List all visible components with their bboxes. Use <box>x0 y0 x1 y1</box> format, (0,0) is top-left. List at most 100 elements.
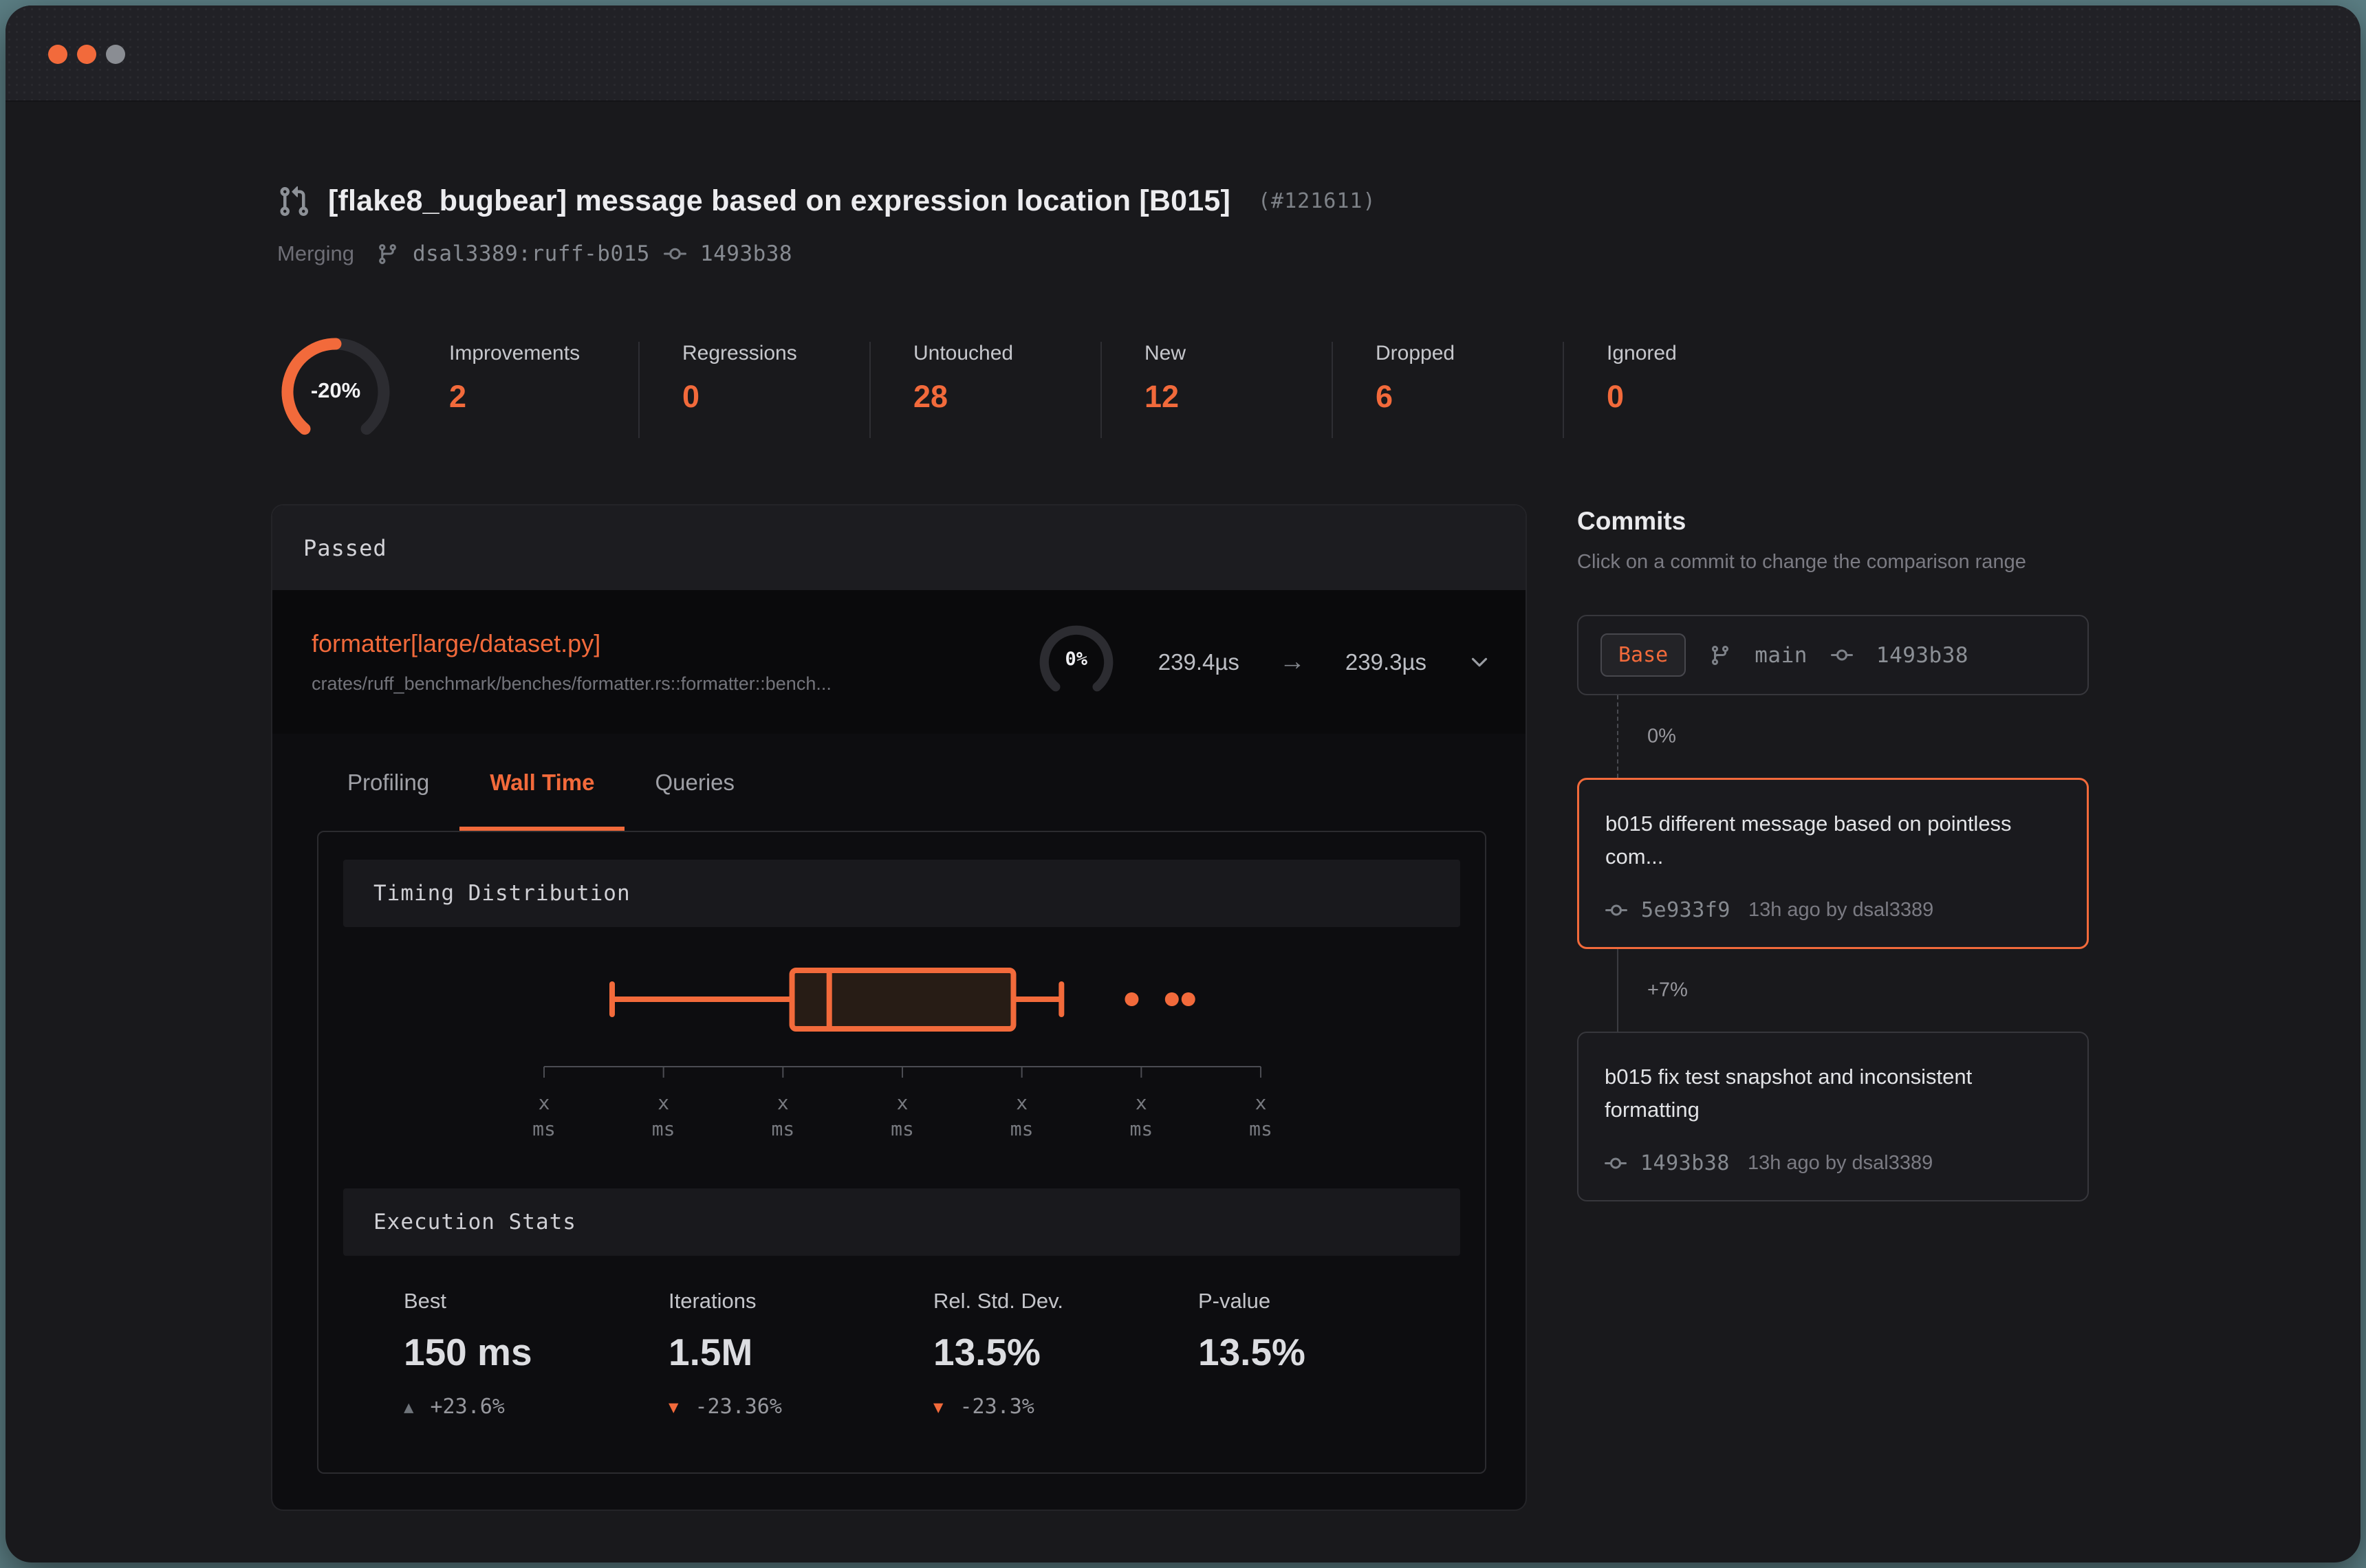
summary-stat-dropped: Dropped 6 <box>1332 342 1563 438</box>
stat-value: 0 <box>1607 379 1794 415</box>
git-commit-icon <box>1605 900 1627 922</box>
exec-stat-best: Best 150 ms ▲ +23.6% <box>404 1289 669 1419</box>
stat-value: 2 <box>449 379 638 415</box>
svg-text:ms: ms <box>1010 1118 1034 1140</box>
delta-value: +23.6% <box>430 1395 504 1419</box>
svg-text:x: x <box>1255 1091 1267 1114</box>
wall-time-card: Timing Distribution xmsxmsxmsxmsxmsxmsxm… <box>317 831 1486 1474</box>
commits-title: Commits <box>1577 507 2089 536</box>
git-commit-icon <box>1605 1153 1627 1175</box>
base-badge[interactable]: Base <box>1600 633 1686 677</box>
pr-title-row: [flake8_bugbear] message based on expres… <box>277 184 1376 218</box>
stat-label: Improvements <box>449 342 638 365</box>
benchmark-row[interactable]: formatter[large/dataset.py] crates/ruff_… <box>272 590 1526 734</box>
exec-stat-label: Iterations <box>669 1289 933 1314</box>
delta-arrow-icon: ▼ <box>933 1399 943 1415</box>
source-branch[interactable]: dsal3389:ruff-b015 <box>413 241 650 266</box>
commits-subtitle: Click on a commit to change the comparis… <box>1577 551 2089 574</box>
pull-request-icon <box>277 185 310 218</box>
overall-gauge: -20% <box>277 334 394 450</box>
stat-value: 6 <box>1376 379 1563 415</box>
svg-text:x: x <box>777 1091 789 1114</box>
git-commit-icon <box>664 243 686 265</box>
summary-stat-new: New 12 <box>1100 342 1332 438</box>
benchmark-path: crates/ruff_benchmark/benches/formatter.… <box>312 673 1034 695</box>
execution-stats-grid: Best 150 ms ▲ +23.6% Iterations 1.5M ▼ -… <box>404 1289 1485 1419</box>
commit-meta: 5e933f9 13h ago by dsal3389 <box>1605 898 2061 922</box>
execution-stats-header: Execution Stats <box>343 1188 1460 1256</box>
commit-meta: 1493b38 13h ago by dsal3389 <box>1605 1151 2061 1175</box>
commits-sidebar: Commits Click on a commit to change the … <box>1577 507 2089 1201</box>
window-dot[interactable] <box>106 45 125 64</box>
commit-time-author: 13h ago by dsal3389 <box>1748 899 1933 922</box>
commit-card[interactable]: b015 different message based on pointles… <box>1577 778 2089 949</box>
exec-stat-delta: ▼ -23.3% <box>933 1395 1198 1419</box>
stat-label: Dropped <box>1376 342 1563 365</box>
app-window: [flake8_bugbear] message based on expres… <box>6 6 2360 1562</box>
tab-bar: Profiling Wall Time Queries <box>272 734 1526 831</box>
svg-text:ms: ms <box>652 1118 675 1140</box>
git-branch-icon <box>376 243 399 265</box>
delta-value: -23.36% <box>695 1395 781 1419</box>
benchmark-info: formatter[large/dataset.py] crates/ruff_… <box>312 629 1034 695</box>
exec-stat-p-value: P-value 13.5% <box>1198 1289 1463 1419</box>
commit-hash: 1493b38 <box>1640 1151 1730 1175</box>
commit-connector: +7% <box>1577 949 2089 1032</box>
exec-stat-rel-std-dev: Rel. Std. Dev. 13.5% ▼ -23.3% <box>933 1289 1198 1419</box>
commit-connector: 0% <box>1577 695 2089 778</box>
connector-delta: 0% <box>1647 726 1676 748</box>
delta-arrow-icon: ▲ <box>404 1399 413 1415</box>
summary-stat-ignored: Ignored 0 <box>1563 342 1794 438</box>
time-before: 239.4µs <box>1158 649 1239 675</box>
benchmark-result: 0% 239.4µs → 239.3µs <box>1034 620 1493 704</box>
status-label: Passed <box>303 535 387 561</box>
stat-value: 12 <box>1144 379 1332 415</box>
status-header: Passed <box>272 505 1526 590</box>
summary-row: -20% Improvements 2 Regressions 0 Untouc… <box>277 334 1794 450</box>
head-commit-hash[interactable]: 1493b38 <box>700 241 792 266</box>
benchmark-gauge-value: 0% <box>1034 620 1118 704</box>
svg-text:ms: ms <box>891 1118 914 1140</box>
exec-stat-delta: ▼ -23.36% <box>669 1395 933 1419</box>
svg-text:ms: ms <box>532 1118 556 1140</box>
tab-wall-time[interactable]: Wall Time <box>459 734 625 831</box>
exec-stat-label: Rel. Std. Dev. <box>933 1289 1198 1314</box>
svg-text:ms: ms <box>771 1118 794 1140</box>
timing-distribution-header: Timing Distribution <box>343 860 1460 927</box>
base-commit-card[interactable]: Base main 1493b38 <box>1577 615 2089 695</box>
window-dot[interactable] <box>77 45 96 64</box>
timing-boxplot-chart: xmsxmsxmsxmsxmsxmsxms <box>318 927 1488 1161</box>
exec-stat-label: Best <box>404 1289 669 1314</box>
window-dot[interactable] <box>48 45 67 64</box>
benchmark-name-link[interactable]: formatter[large/dataset.py] <box>312 629 1034 658</box>
window-titlebar <box>6 6 2360 102</box>
git-branch-icon <box>1709 644 1731 666</box>
arrow-right-icon: → <box>1279 647 1305 677</box>
page-content: [flake8_bugbear] message based on expres… <box>6 103 2360 1562</box>
summary-stats: Improvements 2 Regressions 0 Untouched 2… <box>449 334 1794 438</box>
chevron-down-icon[interactable] <box>1466 649 1493 675</box>
pr-number: (#121611) <box>1258 189 1376 213</box>
stat-label: New <box>1144 342 1332 365</box>
stat-label: Regressions <box>682 342 869 365</box>
exec-stat-label: P-value <box>1198 1289 1463 1314</box>
connector-line <box>1617 695 1618 778</box>
stat-label: Ignored <box>1607 342 1794 365</box>
page-title: [flake8_bugbear] message based on expres… <box>328 184 1230 218</box>
svg-text:x: x <box>1016 1091 1028 1114</box>
merging-label: Merging <box>277 241 354 266</box>
commit-message: b015 fix test snapshot and inconsistent … <box>1605 1060 2045 1126</box>
delta-value: -23.3% <box>959 1395 1034 1419</box>
summary-stat-untouched: Untouched 28 <box>869 342 1100 438</box>
window-controls <box>48 45 125 64</box>
tab-profiling[interactable]: Profiling <box>317 734 459 831</box>
commit-message: b015 different message based on pointles… <box>1605 807 2045 873</box>
overall-gauge-value: -20% <box>277 334 394 450</box>
svg-text:ms: ms <box>1249 1118 1272 1140</box>
commit-card[interactable]: b015 fix test snapshot and inconsistent … <box>1577 1032 2089 1201</box>
tab-queries[interactable]: Queries <box>625 734 765 831</box>
summary-stat-regressions: Regressions 0 <box>638 342 869 438</box>
execution-stats-title: Execution Stats <box>373 1210 576 1234</box>
pr-header: [flake8_bugbear] message based on expres… <box>277 184 1376 266</box>
benchmark-gauge: 0% <box>1034 620 1118 704</box>
